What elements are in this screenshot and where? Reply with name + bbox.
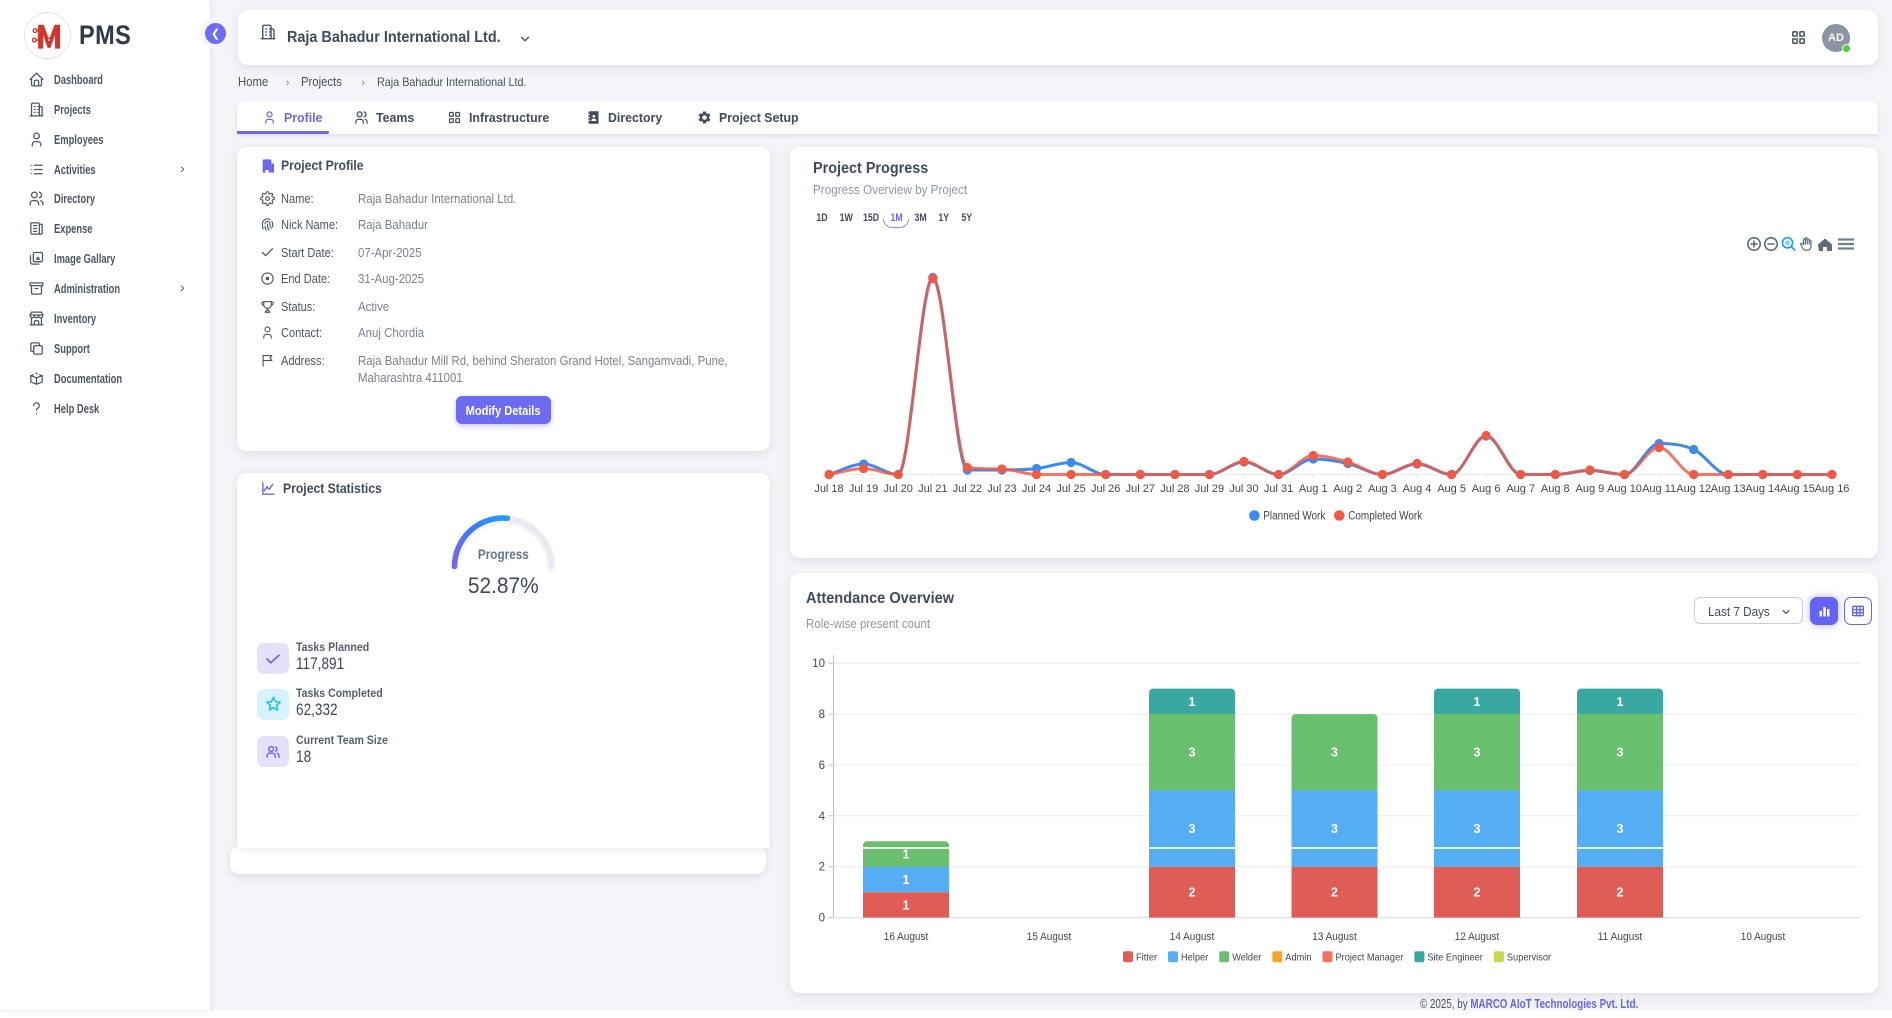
svg-text:14 August: 14 August [1170,931,1215,943]
svg-text:Aug 2: Aug 2 [1333,483,1362,495]
svg-text:8: 8 [819,709,825,721]
svg-text:3: 3 [1617,746,1624,760]
svg-text:Helper: Helper [1181,952,1209,964]
svg-text:1: 1 [1474,695,1481,709]
svg-text:Jul 24: Jul 24 [1022,483,1051,495]
svg-text:1: 1 [903,898,910,912]
svg-text:Jul 26: Jul 26 [1091,483,1120,495]
svg-text:3: 3 [1189,746,1196,760]
svg-text:Aug 7: Aug 7 [1506,483,1535,495]
svg-text:Supervisor: Supervisor [1507,952,1552,964]
svg-text:3: 3 [1474,822,1481,836]
svg-text:Jul 28: Jul 28 [1160,483,1189,495]
svg-text:Jul 27: Jul 27 [1126,483,1155,495]
svg-text:Site Engineer: Site Engineer [1427,952,1483,964]
svg-text:Aug 9: Aug 9 [1576,483,1605,495]
svg-text:2: 2 [1331,886,1338,900]
svg-text:Jul 29: Jul 29 [1195,483,1224,495]
svg-text:11 August: 11 August [1598,931,1643,943]
svg-text:Aug 1: Aug 1 [1299,483,1328,495]
svg-text:3: 3 [1331,746,1338,760]
svg-text:4: 4 [819,811,826,823]
svg-text:1: 1 [903,873,910,887]
svg-text:Aug 13: Aug 13 [1711,483,1746,495]
svg-text:2: 2 [1474,886,1481,900]
svg-text:2: 2 [819,862,825,874]
svg-text:12 August: 12 August [1455,931,1500,943]
svg-text:3: 3 [1617,822,1624,836]
svg-text:Project Manager: Project Manager [1336,952,1404,964]
svg-text:Aug 6: Aug 6 [1472,483,1501,495]
svg-text:0: 0 [819,913,825,925]
svg-text:Completed Work: Completed Work [1348,511,1422,523]
svg-text:Aug 12: Aug 12 [1676,483,1711,495]
svg-text:Aug 11: Aug 11 [1642,483,1676,495]
svg-text:Aug 15: Aug 15 [1780,483,1815,495]
svg-text:15 August: 15 August [1027,931,1072,943]
svg-text:Jul 30: Jul 30 [1229,483,1258,495]
svg-text:1: 1 [1617,695,1624,709]
svg-text:10: 10 [812,658,825,670]
svg-text:13 August: 13 August [1312,931,1357,943]
svg-text:3: 3 [1474,746,1481,760]
svg-text:3: 3 [1189,822,1196,836]
svg-text:Fitter: Fitter [1136,952,1158,964]
svg-text:1: 1 [903,848,910,862]
svg-text:16 August: 16 August [884,931,929,943]
svg-text:Aug 14: Aug 14 [1745,483,1780,495]
svg-text:Jul 31: Jul 31 [1264,483,1293,495]
svg-text:Jul 20: Jul 20 [884,483,913,495]
svg-text:Jul 22: Jul 22 [953,483,982,495]
svg-text:1: 1 [1189,695,1196,709]
svg-text:2: 2 [1189,886,1196,900]
svg-text:Jul 21: Jul 21 [918,483,947,495]
svg-text:Welder: Welder [1232,952,1262,964]
svg-text:Aug 16: Aug 16 [1815,483,1850,495]
svg-text:Jul 25: Jul 25 [1056,483,1085,495]
svg-text:6: 6 [819,760,825,772]
svg-text:Jul 18: Jul 18 [814,483,843,495]
svg-text:Aug 4: Aug 4 [1403,483,1432,495]
svg-text:Aug 5: Aug 5 [1437,483,1466,495]
svg-text:10 August: 10 August [1741,931,1786,943]
svg-text:Admin: Admin [1285,952,1311,964]
svg-text:Aug 10: Aug 10 [1607,483,1642,495]
svg-text:Aug 8: Aug 8 [1541,483,1570,495]
svg-text:2: 2 [1617,886,1624,900]
svg-text:Aug 3: Aug 3 [1368,483,1397,495]
svg-text:Jul 23: Jul 23 [987,483,1016,495]
svg-text:Planned Work: Planned Work [1263,511,1325,523]
svg-text:3: 3 [1331,822,1338,836]
svg-text:Jul 19: Jul 19 [849,483,878,495]
